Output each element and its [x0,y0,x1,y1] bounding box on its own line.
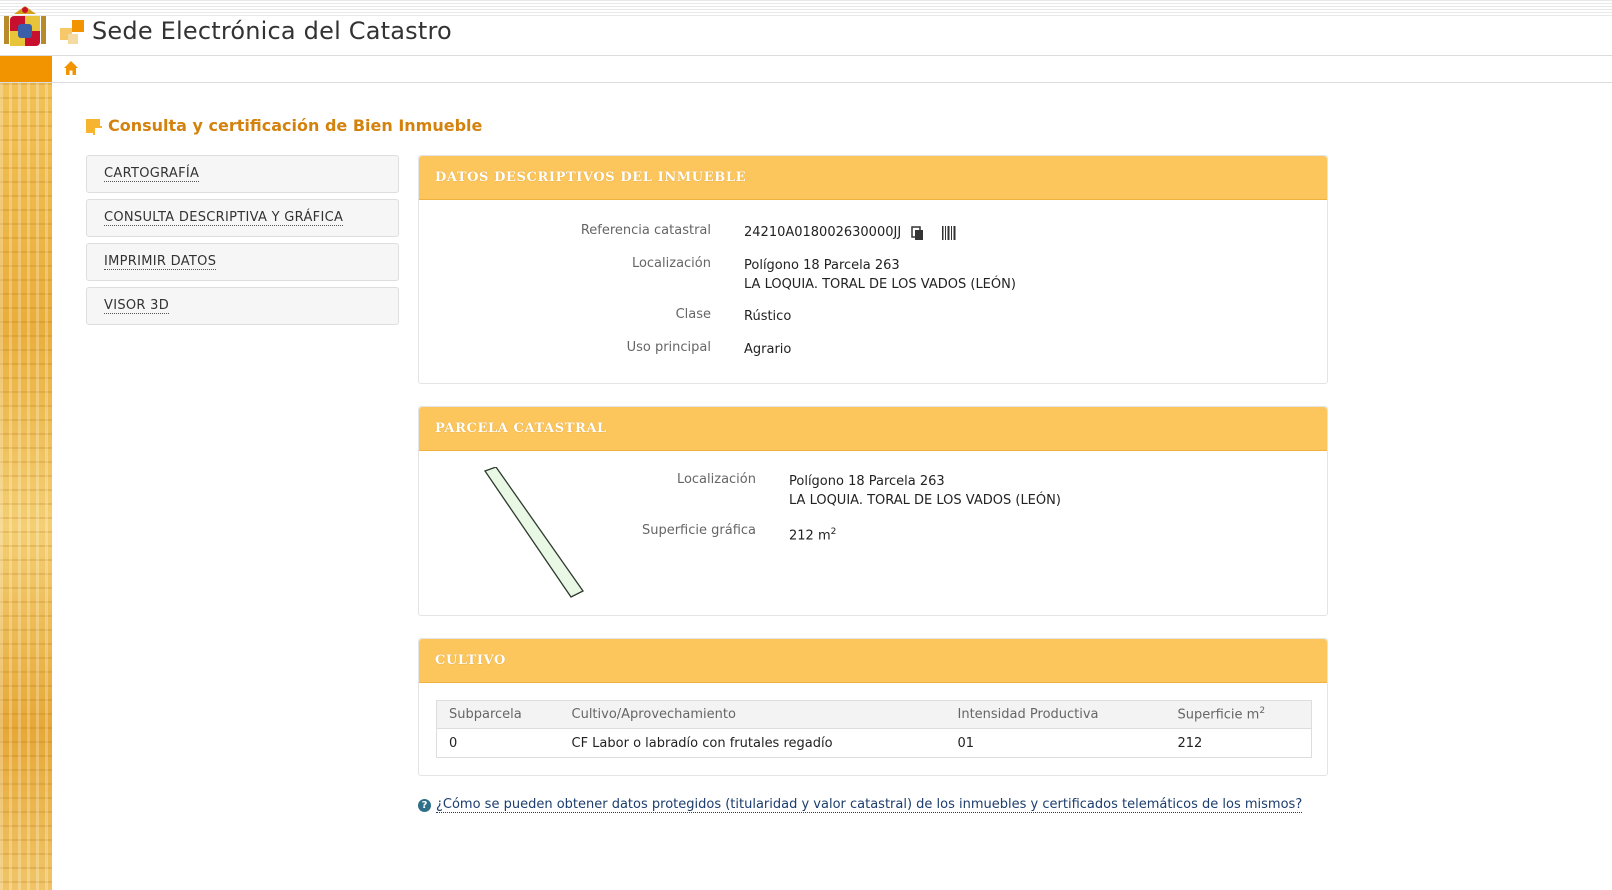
menu-item-label[interactable]: CONSULTA DESCRIPTIVA Y GRÁFICA [104,210,344,226]
menu-item-label[interactable]: IMPRIMIR DATOS [104,254,217,270]
cell-intensidad: 01 [945,728,1166,758]
menu-item-label[interactable]: CARTOGRAFÍA [104,166,200,182]
parcel-sup-label: Superficie gráfica [641,523,756,538]
barcode-icon[interactable] [942,225,956,240]
uso-label: Uso principal [626,340,711,355]
col-header-cultivo: Cultivo/Aprovechamiento [559,700,946,729]
page-title: Consulta y certificación de Bien Inmuebl… [108,116,483,135]
panel-title: CULTIVO [435,653,506,668]
table-row: 0 CF Labor o labradío con frutales regad… [436,728,1312,758]
heading-square-icon [86,118,102,135]
ref-label: Referencia catastral [580,223,711,238]
panel-title: DATOS DESCRIPTIVOS DEL INMUEBLE [435,170,747,185]
ref-value-wrap: 24210A018002630000JJ [744,223,956,242]
spain-coat-of-arms-icon [4,6,46,46]
home-icon[interactable] [63,60,79,76]
loc-label: Localización [631,256,711,271]
parcel-loc-value: Polígono 18 Parcela 263 LA LOQUIA. TORAL… [789,472,1061,510]
col-header-subparcela: Subparcela [436,700,560,729]
uso-value: Agrario [744,342,792,357]
cell-superficie: 212 [1165,728,1312,758]
menu-item-cartografia[interactable]: CARTOGRAFÍA [86,155,399,193]
parcel-loc-line1: Polígono 18 Parcela 263 [789,474,945,489]
site-title: Sede Electrónica del Catastro [92,17,452,45]
clase-label: Clase [675,307,711,322]
panel-header: DATOS DESCRIPTIVOS DEL INMUEBLE [419,156,1327,200]
side-menu: CARTOGRAFÍA CONSULTA DESCRIPTIVA Y GRÁFI… [86,155,399,331]
loc-value: Polígono 18 Parcela 263 LA LOQUIA. TORAL… [744,256,1016,294]
parcel-sup-number: 212 m [789,528,831,544]
table-header-row: Subparcela Cultivo/Aprovechamiento Inten… [436,700,1312,729]
menu-item-consulta-descriptiva[interactable]: CONSULTA DESCRIPTIVA Y GRÁFICA [86,199,399,237]
side-decorative-strip [0,83,52,890]
col-header-intensidad: Intensidad Productiva [945,700,1166,729]
cell-cultivo: CF Labor o labradío con frutales regadío [559,728,946,758]
parcel-loc-line2: LA LOQUIA. TORAL DE LOS VADOS (LEÓN) [789,493,1061,508]
protected-data-help-link[interactable]: ¿Cómo se pueden obtener datos protegidos… [436,797,1303,813]
panel-title: PARCELA CATASTRAL [435,421,607,436]
header-stripes [0,0,1612,18]
loc-line1: Polígono 18 Parcela 263 [744,258,900,273]
page-heading: Consulta y certificación de Bien Inmuebl… [86,116,482,135]
site-header: Sede Electrónica del Catastro [0,0,1612,56]
panel-header: CULTIVO [419,639,1327,683]
help-row: ? ¿Cómo se pueden obtener datos protegid… [418,797,1303,813]
descriptive-data-panel: DATOS DESCRIPTIVOS DEL INMUEBLE Referenc… [418,155,1328,384]
cultivation-table: Subparcela Cultivo/Aprovechamiento Inten… [436,700,1312,758]
clase-value: Rústico [744,309,792,324]
col-header-superficie-label: Superficie m [1177,707,1260,723]
question-icon: ? [418,798,431,812]
parcel-loc-label: Localización [676,472,756,487]
cell-subparcela: 0 [436,728,560,758]
cultivation-panel: CULTIVO Subparcela Cultivo/Aprovechamien… [418,638,1328,776]
parcel-sup-value: 212 m2 [789,523,836,545]
copy-icon[interactable] [911,225,924,240]
ref-value: 24210A018002630000JJ [744,225,902,240]
nav-bar [0,56,1612,83]
col-header-superficie-exponent: 2 [1259,706,1266,717]
menu-item-label[interactable]: VISOR 3D [104,298,170,314]
catastro-logo-icon [60,20,84,44]
menu-item-visor-3d[interactable]: VISOR 3D [86,287,399,325]
panel-header: PARCELA CATASTRAL [419,407,1327,451]
menu-item-imprimir-datos[interactable]: IMPRIMIR DATOS [86,243,399,281]
nav-accent-block [0,56,52,82]
col-header-superficie: Superficie m2 [1165,700,1312,729]
loc-line2: LA LOQUIA. TORAL DE LOS VADOS (LEÓN) [744,277,1016,292]
parcel-panel: PARCELA CATASTRAL Localización Polígono … [418,406,1328,616]
parcel-sup-exponent: 2 [830,527,837,537]
